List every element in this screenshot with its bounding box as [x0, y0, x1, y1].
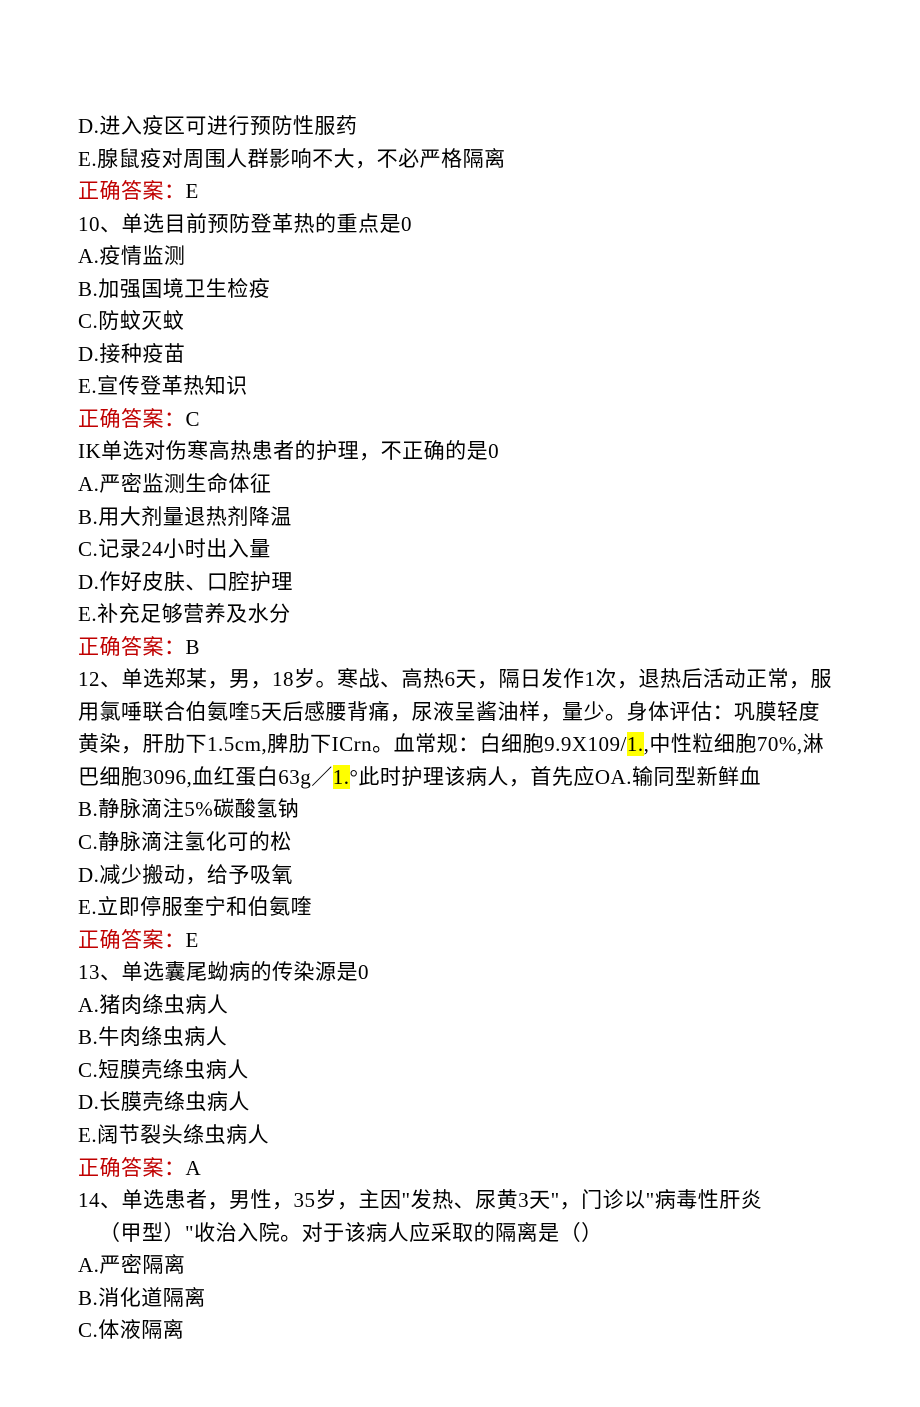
- q10-option-b: B.加强国境卫生检疫: [78, 273, 842, 306]
- q13-option-c: C.短膜壳绦虫病人: [78, 1054, 842, 1087]
- highlight-text: 1.: [333, 765, 350, 789]
- q12-option-c: C.静脉滴注氢化可的松: [78, 826, 842, 859]
- answer-label: 正确答案：: [78, 928, 186, 952]
- q14-stem-line2: （甲型）"收治入院。对于该病人应采取的隔离是（）: [78, 1217, 842, 1250]
- q12-stem-line4b: °此时护理该病人，首先应OA.输同型新鲜血: [350, 765, 761, 789]
- q14-option-b: B.消化道隔离: [78, 1282, 842, 1315]
- q10-option-d: D.接种疫苗: [78, 338, 842, 371]
- q11-stem: IK单选对伤寒高热患者的护理，不正确的是0: [78, 435, 842, 468]
- q13-option-e: E.阔节裂头绦虫病人: [78, 1119, 842, 1152]
- q10-answer: C: [186, 407, 201, 431]
- q13-option-d: D.长膜壳绦虫病人: [78, 1086, 842, 1119]
- q11-option-e: E.补充足够营养及水分: [78, 598, 842, 631]
- q10-option-c: C.防蚊灭蚊: [78, 305, 842, 338]
- q13-option-b: B.牛肉绦虫病人: [78, 1021, 842, 1054]
- q13-answer: A: [186, 1156, 202, 1180]
- answer-label: 正确答案：: [78, 407, 186, 431]
- q12-option-e: E.立即停服奎宁和伯氨喹: [78, 891, 842, 924]
- q14-option-c: C.体液隔离: [78, 1314, 842, 1347]
- q12-stem-line4a: 巴细胞3096,血红蛋白63g／: [78, 765, 333, 789]
- q13-answer-line: 正确答案：A: [78, 1152, 842, 1185]
- q11-option-d: D.作好皮肤、口腔护理: [78, 566, 842, 599]
- q12-stem-line4: 巴细胞3096,血红蛋白63g／1.°此时护理该病人，首先应OA.输同型新鲜血: [78, 761, 842, 794]
- answer-label: 正确答案：: [78, 1156, 186, 1180]
- highlight-text: 1.: [627, 732, 644, 756]
- q10-option-a: A.疫情监测: [78, 240, 842, 273]
- q11-answer-line: 正确答案：B: [78, 631, 842, 664]
- q11-option-c: C.记录24小时出入量: [78, 533, 842, 566]
- document-page: D.进入疫区可进行预防性服药 E.腺鼠疫对周围人群影响不大，不必严格隔离 正确答…: [0, 0, 920, 1407]
- q9-option-d: D.进入疫区可进行预防性服药: [78, 110, 842, 143]
- q10-option-e: E.宣传登革热知识: [78, 370, 842, 403]
- answer-label: 正确答案：: [78, 635, 186, 659]
- q12-stem-line3: 黄染，肝肋下1.5cm,脾肋下ICrn。血常规：白细胞9.9X109/1.,中性…: [78, 728, 842, 761]
- q12-stem-line3b: ,中性粒细胞70%,淋: [644, 732, 825, 756]
- q10-answer-line: 正确答案：C: [78, 403, 842, 436]
- q12-stem-line1: 12、单选郑某，男，18岁。寒战、高热6天，隔日发作1次，退热后活动正常，服: [78, 663, 842, 696]
- q10-stem: 10、单选目前预防登革热的重点是0: [78, 208, 842, 241]
- q14-option-a: A.严密隔离: [78, 1249, 842, 1282]
- q12-answer: E: [186, 928, 199, 952]
- q9-option-e: E.腺鼠疫对周围人群影响不大，不必严格隔离: [78, 143, 842, 176]
- q11-option-b: B.用大剂量退热剂降温: [78, 501, 842, 534]
- q12-stem-line3a: 黄染，肝肋下1.5cm,脾肋下ICrn。血常规：白细胞9.9X109/: [78, 732, 627, 756]
- q9-answer-line: 正确答案：E: [78, 175, 842, 208]
- q13-option-a: A.猪肉绦虫病人: [78, 989, 842, 1022]
- q12-answer-line: 正确答案：E: [78, 924, 842, 957]
- q11-option-a: A.严密监测生命体征: [78, 468, 842, 501]
- q14-stem-line1: 14、单选患者，男性，35岁，主因"发热、尿黄3天"，门诊以"病毒性肝炎: [78, 1184, 842, 1217]
- q13-stem: 13、单选囊尾蚴病的传染源是0: [78, 956, 842, 989]
- q11-answer: B: [186, 635, 201, 659]
- q12-option-d: D.减少搬动，给予吸氧: [78, 859, 842, 892]
- q9-answer: E: [186, 179, 199, 203]
- q12-stem-line2: 用氯唾联合伯氨喹5天后感腰背痛，尿液呈酱油样，量少。身体评估：巩膜轻度: [78, 696, 842, 729]
- answer-label: 正确答案：: [78, 179, 186, 203]
- q12-option-b: B.静脉滴注5%碳酸氢钠: [78, 793, 842, 826]
